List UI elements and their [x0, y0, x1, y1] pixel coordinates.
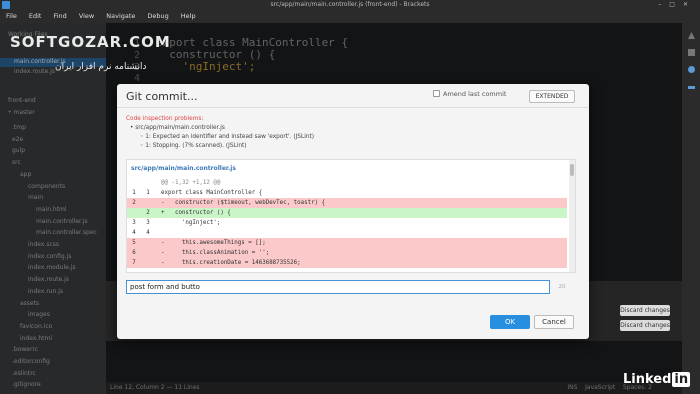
- commit-message-input[interactable]: post form and butto: [126, 280, 550, 294]
- old-line-number: 5: [132, 240, 136, 246]
- live-preview-icon[interactable]: [687, 31, 696, 40]
- diff-text: @@ -1,32 +1,12 @@: [161, 180, 221, 186]
- extract-icon[interactable]: [687, 83, 696, 92]
- menu-view[interactable]: View: [73, 10, 100, 23]
- menu-edit[interactable]: Edit: [23, 10, 48, 23]
- diff-line: 2 + constructor () {: [127, 208, 567, 218]
- softgozar-tagline: دانشنامه نرم افزار ایران: [55, 62, 147, 72]
- git-commit-dialog: Git commit... Amend last commit EXTENDED…: [117, 84, 589, 339]
- diff-text: - this.awesomeThings = [];: [161, 240, 266, 246]
- old-line-number: 6: [132, 250, 136, 256]
- old-line-number: 2: [132, 200, 136, 206]
- new-line-number: 4: [146, 230, 150, 236]
- menu-find[interactable]: Find: [47, 10, 72, 23]
- menu-file[interactable]: File: [0, 10, 23, 23]
- discard-changes-button[interactable]: Discard changes: [620, 305, 670, 316]
- diff-file-name: src/app/main/main.controller.js: [131, 165, 236, 172]
- diff-line: 7 - this.creationDate = 1463688735526;: [127, 258, 567, 268]
- title-bar: src/app/main/main.controller.js (front-e…: [0, 0, 700, 10]
- old-line-number: 1: [132, 190, 136, 196]
- problem-item: ◦ 1: Stopping. (7% scanned). (JSLint): [140, 143, 247, 149]
- new-line-number: 3: [146, 220, 150, 226]
- dialog-header: Git commit... Amend last commit EXTENDED: [117, 84, 589, 108]
- diff-text: - this.classAnimation = '';: [161, 250, 270, 256]
- amend-label: Amend last commit: [443, 90, 507, 98]
- discard-changes-button[interactable]: Discard changes: [620, 320, 670, 331]
- window-title: src/app/main/main.controller.js (front-e…: [270, 1, 430, 8]
- diff-line: 6 - this.classAnimation = '';: [127, 248, 567, 258]
- menu-help[interactable]: Help: [175, 10, 202, 23]
- diff-text: export class MainController {: [161, 190, 263, 196]
- commit-message-length: 20: [558, 284, 566, 290]
- softgozar-watermark: SOFTGOZAR.COM: [10, 33, 171, 51]
- diff-text: - this.creationDate = 1463688735526;: [161, 260, 301, 266]
- diff-text: - constructor ($timeout, webDevTec, toas…: [161, 200, 326, 206]
- problems-heading: Code inspection problems:: [126, 116, 204, 122]
- new-line-number: 2: [146, 210, 150, 216]
- diff-line: @@ -1,32 +1,12 @@: [127, 178, 567, 188]
- window-controls[interactable]: –□✕: [658, 0, 696, 10]
- cancel-button[interactable]: Cancel: [534, 315, 574, 329]
- menu-navigate[interactable]: Navigate: [100, 10, 141, 23]
- extension-manager-icon[interactable]: [687, 48, 696, 57]
- diff-line: 3 3 'ngInject';: [127, 218, 567, 228]
- dialog-title: Git commit...: [126, 90, 198, 103]
- problem-file: • src/app/main/main.controller.js: [130, 125, 225, 131]
- menu-debug[interactable]: Debug: [141, 10, 174, 23]
- diff-view[interactable]: src/app/main/main.controller.js @@ -1,32…: [126, 159, 576, 273]
- linkedin-logo: Linked in: [623, 372, 691, 387]
- git-icon[interactable]: [687, 65, 696, 74]
- old-line-number: 7: [132, 260, 136, 266]
- extended-button[interactable]: EXTENDED: [529, 90, 575, 103]
- menu-bar: File Edit Find View Navigate Debug Help: [0, 10, 700, 23]
- right-toolbar: [682, 23, 700, 394]
- diff-line: 5 - this.awesomeThings = [];: [127, 238, 567, 248]
- old-line-number: 3: [132, 220, 136, 226]
- diff-line: 1 1 export class MainController {: [127, 188, 567, 198]
- new-line-number: 1: [146, 190, 150, 196]
- problem-item: ◦ 1: Expected an identifier and instead …: [140, 134, 315, 140]
- scrollbar-thumb[interactable]: [570, 164, 574, 176]
- amend-checkbox[interactable]: Amend last commit: [433, 90, 506, 98]
- code-inspection-problems: Code inspection problems: • src/app/main…: [126, 114, 571, 156]
- ok-button[interactable]: OK: [490, 315, 530, 329]
- diff-text: 'ngInject';: [161, 220, 221, 226]
- diff-line: 44: [127, 228, 567, 238]
- diff-line: 2 - constructor ($timeout, webDevTec, toa…: [127, 198, 567, 208]
- diff-text: + constructor () {: [161, 210, 231, 216]
- checkbox-icon: [433, 90, 440, 97]
- diff-scrollbar[interactable]: [569, 160, 575, 272]
- old-line-number: 4: [132, 230, 136, 236]
